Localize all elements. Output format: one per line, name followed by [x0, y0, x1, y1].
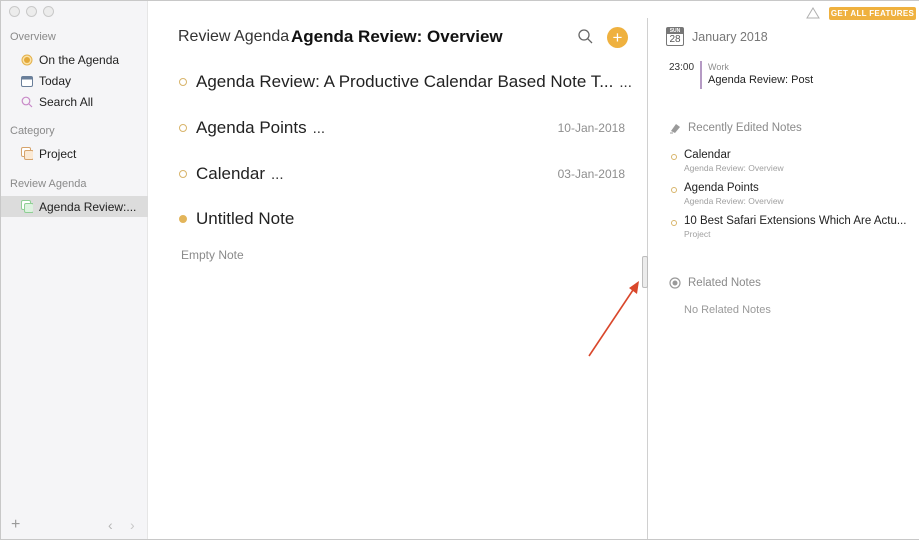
- get-all-features-button[interactable]: GET ALL FEATURES: [829, 7, 916, 20]
- sidebar: Overview On the Agenda Today Search All …: [1, 1, 148, 539]
- note-status-icon: [671, 187, 677, 193]
- recent-note-title: 10 Best Safari Extensions Which Are Actu…: [684, 215, 907, 227]
- page-title: Agenda Review: Overview: [291, 27, 503, 46]
- event-title[interactable]: Agenda Review: Post: [708, 74, 813, 86]
- recent-note-category: Agenda Review: Overview: [684, 163, 784, 173]
- recent-note-title: Calendar: [684, 149, 731, 161]
- sidebar-item-agenda-review[interactable]: Agenda Review:...: [1, 196, 148, 217]
- category-icon: [21, 147, 33, 160]
- sidebar-item-project[interactable]: Project: [1, 143, 148, 164]
- note-status-icon: [179, 78, 187, 86]
- note-title: Agenda Review: A Productive Calendar Bas…: [196, 72, 614, 91]
- calendar-month[interactable]: January 2018: [692, 30, 768, 44]
- note-more-button[interactable]: ...: [619, 74, 632, 91]
- note-row[interactable]: Calendar ... 03-Jan-2018: [179, 162, 625, 186]
- app-window: Overview On the Agenda Today Search All …: [0, 0, 919, 540]
- note-status-icon: [179, 170, 187, 178]
- event-color-bar: [700, 61, 702, 89]
- note-status-icon: [179, 124, 187, 132]
- recent-notes-label: Recently Edited Notes: [688, 122, 802, 134]
- note-status-icon: [671, 220, 677, 226]
- sidebar-item-label: Agenda Review:...: [39, 199, 137, 214]
- note-more-button[interactable]: ...: [271, 166, 284, 183]
- sidebar-section-overview: Overview: [10, 31, 56, 43]
- forward-button[interactable]: ›: [130, 515, 135, 535]
- note-date: 10-Jan-2018: [557, 121, 625, 135]
- sidebar-item-label: On the Agenda: [39, 52, 120, 67]
- note-row[interactable]: Agenda Points ... 10-Jan-2018: [179, 116, 625, 140]
- alert-triangle-icon[interactable]: [806, 7, 820, 19]
- sidebar-section-review-agenda: Review Agenda: [10, 178, 87, 190]
- related-notes-label: Related Notes: [688, 277, 761, 289]
- close-button[interactable]: [9, 6, 20, 17]
- event-time: 23:00: [669, 62, 695, 73]
- note-row-active[interactable]: Untitled Note: [179, 207, 625, 231]
- calendar-icon: [21, 75, 33, 87]
- window-controls: [9, 6, 54, 17]
- no-related-notes: No Related Notes: [684, 304, 771, 316]
- event-calendar: Work: [708, 62, 729, 72]
- search-button[interactable]: [577, 28, 595, 46]
- sidebar-section-category: Category: [10, 125, 55, 137]
- agenda-dot-icon: [21, 54, 33, 66]
- sidebar-item-label: Today: [39, 73, 72, 88]
- project-icon: [21, 200, 33, 213]
- note-status-icon: [671, 154, 677, 160]
- note-body-placeholder[interactable]: Empty Note: [181, 248, 244, 262]
- related-notes-heading: Related Notes: [669, 277, 761, 289]
- sidebar-item-label: Project: [39, 146, 77, 161]
- notes-pane: Review Agenda Agenda Review: Overview + …: [149, 1, 648, 539]
- calendar-date-icon: SUN 28: [666, 27, 684, 46]
- sidebar-item-on-the-agenda[interactable]: On the Agenda: [1, 49, 148, 70]
- note-title[interactable]: Untitled Note: [196, 209, 294, 229]
- recent-note-category: Agenda Review: Overview: [684, 196, 784, 206]
- info-panel: GET ALL FEATURES SUN 28 January 2018 23:…: [649, 1, 919, 539]
- note-status-icon: [179, 215, 187, 223]
- breadcrumb[interactable]: Review Agenda: [178, 28, 289, 46]
- add-note-button[interactable]: +: [607, 27, 628, 48]
- calendar-day: 28: [669, 34, 681, 45]
- note-more-button[interactable]: ...: [313, 120, 326, 137]
- note-date: 03-Jan-2018: [557, 167, 625, 181]
- note-title: Calendar: [196, 164, 265, 183]
- search-icon: [578, 29, 593, 44]
- add-category-button[interactable]: +: [11, 515, 20, 535]
- recent-note-title: Agenda Points: [684, 182, 759, 194]
- minimize-button[interactable]: [26, 6, 37, 17]
- sidebar-item-today[interactable]: Today: [1, 70, 148, 91]
- sidebar-footer: + ‹ ›: [1, 515, 148, 535]
- note-row[interactable]: Agenda Review: A Productive Calendar Bas…: [179, 70, 632, 94]
- related-icon: [669, 277, 681, 289]
- annotation-arrow-icon: [588, 281, 639, 357]
- sidebar-item-label: Search All: [39, 94, 94, 109]
- sidebar-item-search-all[interactable]: Search All: [1, 91, 148, 112]
- recent-note-category: Project: [684, 229, 711, 239]
- pencil-icon: [669, 122, 681, 134]
- search-icon: [21, 96, 33, 108]
- zoom-button[interactable]: [43, 6, 54, 17]
- back-button[interactable]: ‹: [108, 515, 113, 535]
- recent-notes-heading: Recently Edited Notes: [669, 122, 802, 134]
- note-title: Agenda Points: [196, 118, 307, 137]
